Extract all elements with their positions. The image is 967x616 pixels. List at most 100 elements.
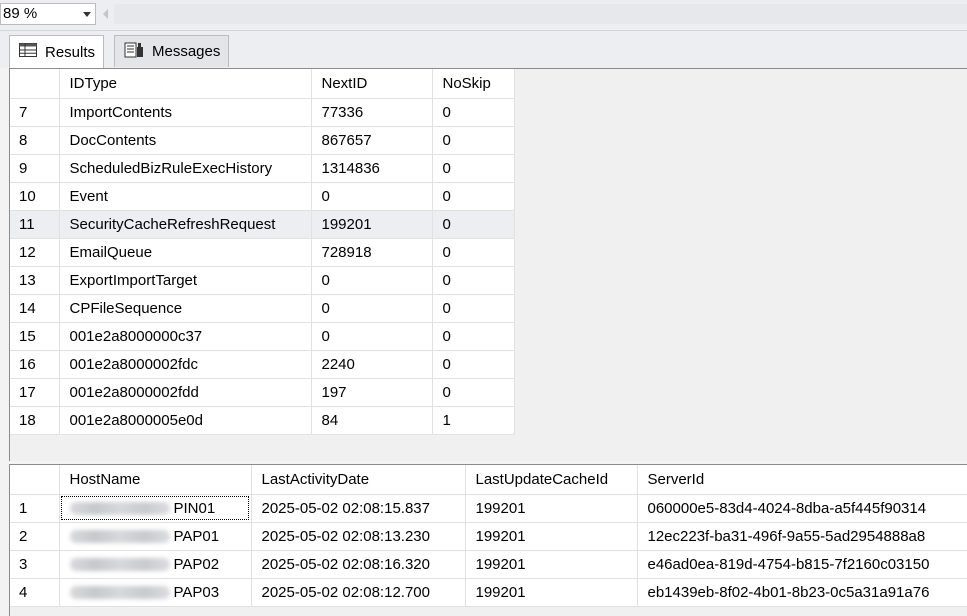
idtype-cell[interactable]: ScheduledBizRuleExecHistory — [59, 154, 312, 183]
idtype-cell[interactable]: ImportContents — [59, 98, 312, 127]
nextid-cell[interactable]: 84 — [311, 406, 433, 435]
lastactivitydate-cell[interactable]: 2025-05-02 02:08:16.320 — [251, 550, 466, 579]
serverid-cell[interactable]: eb1439eb-8f02-4b01-8b23-0c5a31a91a76 — [637, 578, 967, 607]
row-number[interactable]: 9 — [10, 154, 60, 183]
noskip-cell[interactable]: 0 — [432, 294, 515, 323]
column-header-idtype[interactable]: IDType — [59, 69, 312, 99]
idtype-cell[interactable]: CPFileSequence — [59, 294, 312, 323]
row-number[interactable]: 1 — [10, 494, 60, 523]
nextid-cell[interactable]: 0 — [311, 182, 433, 211]
lastupdatecacheid-cell[interactable]: 199201 — [465, 578, 638, 607]
row-number[interactable]: 2 — [10, 522, 60, 551]
nextid-cell[interactable]: 0 — [311, 266, 433, 295]
table-row[interactable]: 2 PAP01 2025-05-02 02:08:13.230 199201 12ec2… — [10, 522, 967, 551]
noskip-cell[interactable]: 0 — [432, 266, 515, 295]
noskip-cell[interactable]: 0 — [432, 378, 515, 407]
hostname-cell[interactable]: PAP01 — [59, 522, 252, 551]
grid-1-corner-header[interactable] — [10, 69, 60, 99]
tab-messages[interactable]: Messages — [114, 35, 230, 67]
row-number[interactable]: 17 — [10, 378, 60, 407]
nextid-cell[interactable]: 199201 — [311, 210, 433, 239]
table-row[interactable]: 11 SecurityCacheRefreshRequest 199201 0 — [10, 210, 515, 239]
row-number[interactable]: 8 — [10, 126, 60, 155]
noskip-cell[interactable]: 0 — [432, 238, 515, 267]
noskip-cell[interactable]: 0 — [432, 98, 515, 127]
nextid-cell[interactable]: 1314836 — [311, 154, 433, 183]
noskip-cell[interactable]: 0 — [432, 126, 515, 155]
tab-results[interactable]: Results — [9, 35, 105, 68]
zoom-select[interactable]: 89 % — [0, 3, 96, 25]
column-header-nextid[interactable]: NextID — [311, 69, 433, 99]
idtype-cell[interactable]: SecurityCacheRefreshRequest — [59, 210, 312, 239]
results-grid-2[interactable]: HostName LastActivityDate LastUpdateCach… — [9, 464, 967, 616]
nextid-cell[interactable]: 77336 — [311, 98, 433, 127]
idtype-cell[interactable]: 001e2a8000005e0d — [59, 406, 312, 435]
table-row[interactable]: 1 PIN01 2025-05-02 02:08:15.837 199201 06000… — [10, 494, 967, 523]
table-row[interactable]: 15 001e2a8000000c37 0 0 — [10, 322, 515, 351]
noskip-cell[interactable]: 1 — [432, 406, 515, 435]
table-row[interactable]: 8 DocContents 867657 0 — [10, 126, 515, 155]
nextid-cell[interactable]: 197 — [311, 378, 433, 407]
hostname-cell[interactable]: PIN01 — [59, 494, 252, 523]
noskip-cell[interactable]: 0 — [432, 210, 515, 239]
table-row[interactable]: 10 Event 0 0 — [10, 182, 515, 211]
nextid-cell[interactable]: 728918 — [311, 238, 433, 267]
row-number[interactable]: 4 — [10, 578, 60, 607]
table-row[interactable]: 4 PAP03 2025-05-02 02:08:12.700 199201 eb143… — [10, 578, 967, 607]
row-number[interactable]: 7 — [10, 98, 60, 127]
table-row[interactable]: 16 001e2a8000002fdc 2240 0 — [10, 350, 515, 379]
nextid-cell[interactable]: 867657 — [311, 126, 433, 155]
noskip-cell[interactable]: 0 — [432, 154, 515, 183]
row-number[interactable]: 15 — [10, 322, 60, 351]
table-row[interactable]: 18 001e2a8000005e0d 84 1 — [10, 406, 515, 435]
nextid-cell[interactable]: 0 — [311, 322, 433, 351]
table-row[interactable]: 14 CPFileSequence 0 0 — [10, 294, 515, 323]
noskip-cell[interactable]: 0 — [432, 350, 515, 379]
noskip-cell[interactable]: 0 — [432, 322, 515, 351]
column-header-lastactivitydate[interactable]: LastActivityDate — [251, 465, 466, 495]
table-row[interactable]: 3 PAP02 2025-05-02 02:08:16.320 199201 e46ad… — [10, 550, 967, 579]
row-number[interactable]: 14 — [10, 294, 60, 323]
row-number[interactable]: 18 — [10, 406, 60, 435]
hostname-cell[interactable]: PAP03 — [59, 578, 252, 607]
serverid-cell[interactable]: e46ad0ea-819d-4754-b815-7f2160c03150 — [637, 550, 967, 579]
idtype-cell[interactable]: EmailQueue — [59, 238, 312, 267]
row-number[interactable]: 3 — [10, 550, 60, 579]
table-row[interactable]: 17 001e2a8000002fdd 197 0 — [10, 378, 515, 407]
row-number[interactable]: 16 — [10, 350, 60, 379]
lastupdatecacheid-cell[interactable]: 199201 — [465, 494, 638, 523]
table-row[interactable]: 13 ExportImportTarget 0 0 — [10, 266, 515, 295]
column-header-serverid[interactable]: ServerId — [637, 465, 967, 495]
lastupdatecacheid-cell[interactable]: 199201 — [465, 550, 638, 579]
results-grid-1[interactable]: IDType NextID NoSkip 7 ImportContents 7733… — [9, 68, 967, 461]
table-row[interactable]: 12 EmailQueue 728918 0 — [10, 238, 515, 267]
chevron-down-icon[interactable] — [83, 12, 91, 17]
nextid-cell[interactable]: 2240 — [311, 350, 433, 379]
noskip-cell[interactable]: 0 — [432, 182, 515, 211]
nextid-cell[interactable]: 0 — [311, 294, 433, 323]
idtype-cell[interactable]: ExportImportTarget — [59, 266, 312, 295]
grid-2-corner-header[interactable] — [10, 465, 60, 495]
idtype-cell[interactable]: 001e2a8000000c37 — [59, 322, 312, 351]
idtype-cell[interactable]: 001e2a8000002fdc — [59, 350, 312, 379]
table-row[interactable]: 7 ImportContents 77336 0 — [10, 98, 515, 127]
scroll-left-icon[interactable] — [103, 9, 108, 19]
idtype-cell[interactable]: 001e2a8000002fdd — [59, 378, 312, 407]
lastupdatecacheid-cell[interactable]: 199201 — [465, 522, 638, 551]
idtype-cell[interactable]: Event — [59, 182, 312, 211]
lastactivitydate-cell[interactable]: 2025-05-02 02:08:15.837 — [251, 494, 466, 523]
lastactivitydate-cell[interactable]: 2025-05-02 02:08:12.700 — [251, 578, 466, 607]
serverid-cell[interactable]: 12ec223f-ba31-496f-9a55-5ad2954888a8 — [637, 522, 967, 551]
row-number[interactable]: 13 — [10, 266, 60, 295]
column-header-lastupdatecacheid[interactable]: LastUpdateCacheId — [465, 465, 638, 495]
row-number[interactable]: 12 — [10, 238, 60, 267]
lastactivitydate-cell[interactable]: 2025-05-02 02:08:13.230 — [251, 522, 466, 551]
row-number[interactable]: 10 — [10, 182, 60, 211]
hostname-cell[interactable]: PAP02 — [59, 550, 252, 579]
column-header-hostname[interactable]: HostName — [59, 465, 252, 495]
table-row[interactable]: 9 ScheduledBizRuleExecHistory 1314836 0 — [10, 154, 515, 183]
column-header-noskip[interactable]: NoSkip — [432, 69, 515, 99]
row-number[interactable]: 11 — [10, 210, 60, 239]
serverid-cell[interactable]: 060000e5-83d4-4024-8dba-a5f445f90314 — [637, 494, 967, 523]
idtype-cell[interactable]: DocContents — [59, 126, 312, 155]
